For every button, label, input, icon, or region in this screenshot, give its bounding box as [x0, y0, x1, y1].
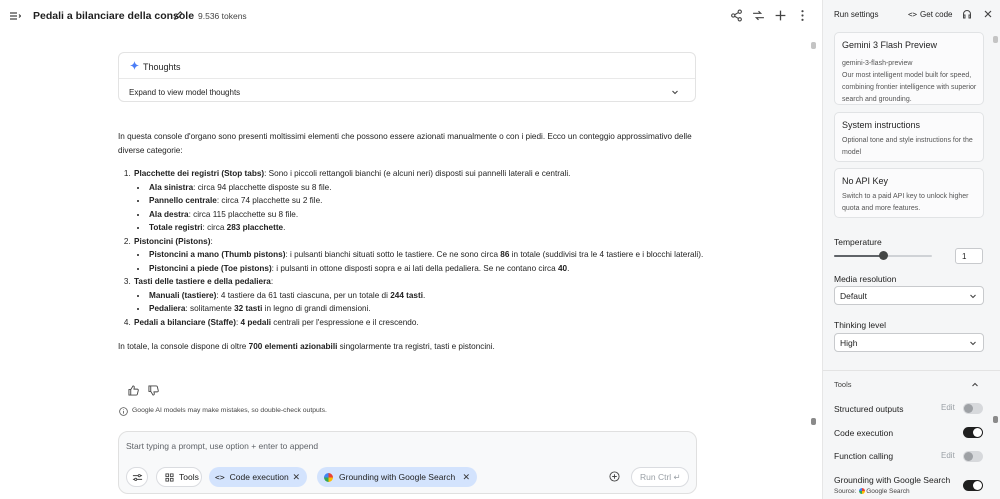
chevron-down-icon	[970, 341, 976, 346]
temperature-label: Temperature	[834, 237, 882, 247]
share-icon[interactable]	[730, 9, 743, 22]
menu-icon[interactable]	[9, 10, 21, 22]
page-title: Pedali a bilanciare della console	[33, 10, 195, 22]
code-execution-chip[interactable]: <> Code execution ✕	[209, 467, 307, 487]
chevron-down-icon	[970, 294, 976, 299]
list-item: Totale registri: circa 283 placchette.	[148, 221, 708, 235]
system-instructions-card[interactable]: System instructions Optional tone and st…	[834, 112, 984, 162]
model-name: Gemini 3 Flash Preview	[842, 40, 938, 50]
thoughts-panel[interactable]: Thoughts Expand to view model thoughts	[118, 52, 696, 102]
close-icon[interactable]: ✕	[292, 472, 300, 483]
compare-icon[interactable]	[752, 9, 765, 22]
thoughts-header: Thoughts	[119, 53, 695, 79]
close-icon[interactable]	[983, 9, 993, 19]
run-settings-panel: Run settings <> Get code Gemini 3 Flash P…	[822, 0, 1000, 499]
tool-function-calling: Function calling	[834, 451, 894, 461]
model-description: gemini-3-flash-preview Our most intellige…	[842, 60, 977, 103]
model-response: In questa console d'organo sono presenti…	[118, 130, 708, 364]
more-options-icon[interactable]	[796, 9, 809, 22]
temperature-slider-handle[interactable]	[878, 251, 888, 260]
divider	[823, 370, 1000, 371]
sparkle-icon	[130, 61, 139, 70]
panel-scrollbar-down[interactable]	[993, 416, 998, 423]
tool-code-execution: Code execution	[834, 428, 894, 438]
media-resolution-label: Media resolution	[834, 274, 897, 284]
panel-scrollbar-up[interactable]	[993, 36, 998, 43]
add-icon[interactable]	[774, 9, 787, 22]
grounding-chip[interactable]: Grounding with Google Search ✕	[317, 467, 477, 487]
prompt-box: Tools <> Code execution ✕ Grounding with…	[118, 431, 697, 494]
list-item: Pedaliera: solitamente 32 tasti in legno…	[148, 302, 708, 316]
scrollbar-down[interactable]	[811, 418, 816, 425]
chevron-down-icon[interactable]	[671, 88, 679, 96]
panel-title: Run settings	[834, 10, 879, 19]
code-execution-toggle[interactable]	[963, 427, 983, 438]
list-item: Tasti delle tastiere e della pedaliera: …	[133, 275, 708, 316]
function-calling-toggle[interactable]	[963, 451, 983, 462]
response-outro: In totale, la console dispone di oltre 7…	[118, 342, 495, 351]
api-key-card[interactable]: No API Key Switch to a paid API key to u…	[834, 168, 984, 218]
category-list: Placchette dei registri (Stop tabs): Son…	[133, 167, 708, 329]
get-code-button[interactable]: <> Get code	[908, 10, 953, 19]
tune-icon	[132, 473, 142, 481]
tool-structured-outputs: Structured outputs	[834, 404, 904, 414]
code-icon: <>	[215, 472, 225, 482]
response-intro: In questa console d'organo sono presenti…	[118, 132, 692, 155]
chevron-up-icon[interactable]	[971, 381, 979, 389]
structured-outputs-edit[interactable]: Edit	[941, 403, 955, 412]
google-icon	[324, 472, 333, 482]
structured-outputs-toggle[interactable]	[963, 403, 983, 414]
thinking-level-select[interactable]: High	[834, 333, 984, 352]
info-icon	[119, 407, 128, 416]
list-item: Pistoncini a mano (Thumb pistons): i pul…	[148, 248, 708, 262]
grounding-source: Source: Google Search	[834, 488, 910, 495]
thinking-level-label: Thinking level	[834, 320, 886, 330]
run-button[interactable]: Run Ctrl ↵	[631, 467, 689, 487]
list-item: Pedali a bilanciare (Staffe): 4 pedali c…	[133, 316, 708, 330]
thumbs-up-icon[interactable]	[128, 385, 139, 396]
thoughts-label: Thoughts	[143, 62, 181, 72]
code-icon: <>	[908, 10, 918, 19]
list-item: Ala sinistra: circa 94 placchette dispos…	[148, 181, 708, 195]
top-bar: Pedali a bilanciare della console 9.536 …	[0, 0, 822, 32]
function-calling-edit[interactable]: Edit	[941, 451, 955, 460]
model-settings-button[interactable]	[126, 467, 148, 487]
google-icon	[859, 488, 866, 494]
add-media-icon[interactable]	[609, 471, 620, 482]
scrollbar-up[interactable]	[811, 42, 816, 49]
list-item: Manuali (tastiere): 4 tastiere da 61 tas…	[148, 289, 708, 303]
thumbs-down-icon[interactable]	[148, 385, 159, 396]
edit-title-icon[interactable]	[173, 10, 184, 21]
tool-grounding: Grounding with Google Search	[834, 475, 951, 485]
main-area: Pedali a bilanciare della console 9.536 …	[0, 0, 822, 499]
close-icon[interactable]: ✕	[462, 472, 470, 483]
prompt-input[interactable]	[126, 441, 576, 451]
tools-heading: Tools	[834, 380, 852, 389]
list-item: Ala destra: circa 115 placchette su 8 fi…	[148, 208, 708, 222]
grid-icon	[165, 472, 174, 482]
headset-icon[interactable]	[962, 9, 972, 19]
token-count: 9.536 tokens	[198, 11, 247, 21]
expand-thoughts[interactable]: Expand to view model thoughts	[129, 88, 240, 97]
media-resolution-select[interactable]: Default	[834, 286, 984, 305]
model-card[interactable]: Gemini 3 Flash Preview gemini-3-flash-pr…	[834, 32, 984, 105]
list-item: Pistoncini (Pistons): Pistoncini a mano …	[133, 235, 708, 276]
grounding-toggle[interactable]	[963, 480, 983, 491]
list-item: Placchette dei registri (Stop tabs): Son…	[133, 167, 708, 235]
tools-button[interactable]: Tools	[156, 467, 202, 487]
temperature-input[interactable]: 1	[955, 248, 983, 264]
list-item: Pistoncini a piede (Toe pistons): i puls…	[148, 262, 708, 276]
list-item: Pannello centrale: circa 74 placchette s…	[148, 194, 708, 208]
